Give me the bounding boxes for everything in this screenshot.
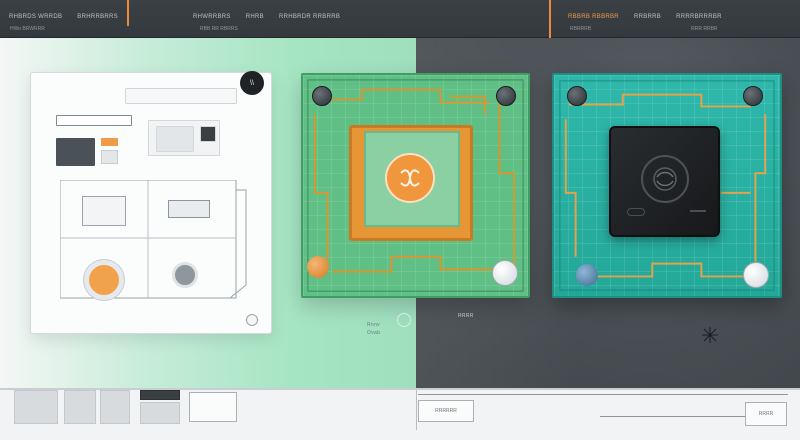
menu-group-center: RHWRRBRS RHRB RRHBRDR RRBRRB xyxy=(190,12,343,22)
toolbar-divider xyxy=(416,390,417,430)
menu-item[interactable]: RRRRBRRRBR xyxy=(673,12,725,22)
pad-connector xyxy=(492,260,518,286)
device-icon[interactable] xyxy=(82,196,126,226)
toolbar-button[interactable] xyxy=(189,392,237,422)
document-icon xyxy=(156,126,194,152)
resize-handle[interactable] xyxy=(246,314,258,326)
document-tab-bar[interactable] xyxy=(125,88,237,104)
menu-item[interactable]: RHBRDS WRRDB xyxy=(6,12,65,22)
menu-item[interactable]: BRHRRBRRS xyxy=(74,12,121,22)
menu-item[interactable]: RHWRRBRS xyxy=(190,12,234,22)
center-button[interactable]: RRRRRR xyxy=(418,400,474,422)
document-text-field[interactable] xyxy=(56,115,132,126)
pad-connector xyxy=(307,256,329,278)
thumbnail-item[interactable] xyxy=(140,390,180,400)
logo-text: \\ xyxy=(250,79,254,87)
color-swatch[interactable] xyxy=(101,150,118,164)
menu-group-left: RHBRDS WRRDB BRHRRBRRS xyxy=(6,12,121,22)
board-caption: Ovab xyxy=(367,330,381,336)
toolbar-accent-edge xyxy=(549,0,551,38)
pad-connector xyxy=(576,264,598,286)
thumbnail-item[interactable] xyxy=(100,390,130,424)
sub-label: RBRRRB xyxy=(570,26,592,32)
sparkle-icon xyxy=(702,327,718,343)
chip-logo-icon xyxy=(385,153,435,203)
menu-item[interactable]: RBBRB RBBRBR xyxy=(565,12,622,22)
board-caption: Rnnv xyxy=(367,322,380,328)
toolbar-accent-edge xyxy=(127,0,129,26)
chip-logo-icon xyxy=(641,155,689,203)
sub-label: RBB RR RBRRS xyxy=(200,26,238,32)
right-button[interactable]: RRRR xyxy=(745,402,787,426)
logo-badge: \\ xyxy=(240,71,264,95)
printer-icon[interactable] xyxy=(168,200,210,218)
top-toolbar: RHBRDS WRRDB BRHRRBRRS HWo BRWRRR RHWRRB… xyxy=(0,0,800,38)
thumbnail-item[interactable] xyxy=(64,390,96,424)
menu-item[interactable]: RRHBRDR RRBRRB xyxy=(276,12,343,22)
thumbnail-item[interactable] xyxy=(140,402,180,424)
document-icon xyxy=(200,126,216,142)
sub-label: HWo BRWRRR xyxy=(10,26,45,32)
right-button-label: RRRR xyxy=(758,411,774,417)
menu-item[interactable]: RRBRRB xyxy=(631,12,664,22)
pad-connector xyxy=(312,86,332,106)
timeline-track xyxy=(418,394,788,395)
menu-sub-right: RBRRRB RRR RRBR xyxy=(570,26,718,32)
pad-connector xyxy=(743,86,763,106)
gray-button[interactable] xyxy=(172,262,198,288)
image-icon[interactable] xyxy=(56,138,95,166)
tick-label: RRRR xyxy=(458,313,474,319)
pad-connector xyxy=(743,262,769,288)
color-swatch[interactable] xyxy=(101,138,118,146)
menu-sub-center: RBB RR RBRRS xyxy=(200,26,238,32)
pad-connector xyxy=(567,86,587,106)
thumbnail-item[interactable] xyxy=(14,390,58,424)
menu-item[interactable]: RHRB xyxy=(243,12,267,22)
center-button-label: RRRRRR xyxy=(435,408,457,414)
bottom-toolbar: RRRRRR RRRR xyxy=(0,388,800,440)
pad-connector xyxy=(496,86,516,106)
sub-label: RRR RRBR xyxy=(691,26,718,32)
menu-group-right: RBBRB RBBRBR RRBRRB RRRRBRRRBR xyxy=(565,12,725,22)
menu-sub-left: HWo BRWRRR xyxy=(10,26,45,32)
crosshair-icon[interactable] xyxy=(397,313,411,327)
chip-indicator xyxy=(690,210,706,212)
orange-button[interactable] xyxy=(84,260,124,300)
chip-indicator xyxy=(627,208,645,216)
